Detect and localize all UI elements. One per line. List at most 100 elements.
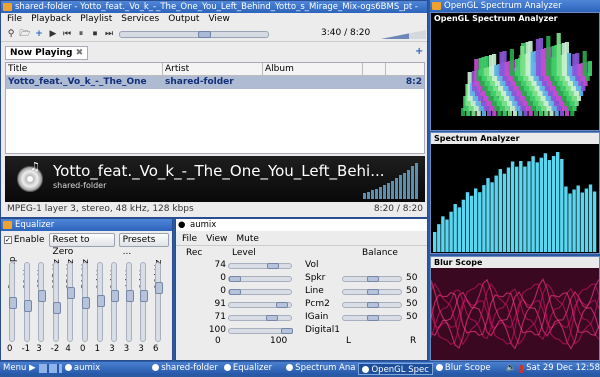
level-slider[interactable] [228, 302, 292, 308]
calendar-icon[interactable] [520, 364, 524, 373]
opengl-spectrum-bar [561, 43, 566, 76]
task-shared-folder[interactable]: shared-folder [149, 362, 221, 375]
menu-output[interactable]: Output [168, 14, 199, 25]
tab-now-playing[interactable]: Now Playing ✖ [5, 46, 89, 60]
eq-slider-handle[interactable] [9, 297, 17, 309]
presets-button[interactable]: Presets ... [118, 232, 169, 257]
opengl-spectrum-bar [520, 46, 525, 76]
level-slider[interactable] [228, 276, 292, 282]
task-blur-scope[interactable]: Blur Scope [433, 362, 494, 375]
pause-icon[interactable]: ⏸ [75, 28, 87, 40]
level-slider-handle[interactable] [229, 289, 241, 295]
menu-playback[interactable]: Playback [31, 14, 71, 25]
search-icon[interactable]: ⚲ [5, 28, 17, 40]
column-album[interactable]: Album [263, 63, 363, 75]
level-slider[interactable] [228, 289, 292, 295]
eq-slider-handle[interactable] [111, 289, 120, 302]
level-slider-handle[interactable] [229, 276, 241, 282]
column-length[interactable] [386, 63, 424, 75]
level-slider[interactable] [228, 328, 293, 334]
eq-slider[interactable] [82, 262, 90, 342]
eq-slider[interactable] [140, 262, 149, 342]
task-icon [362, 365, 370, 373]
opengl-titlebar[interactable]: OpenGL Spectrum Analyzer [430, 0, 600, 12]
add-icon[interactable]: + [33, 28, 45, 40]
aumix-menu-mute[interactable]: Mute [236, 234, 259, 244]
eq-slider[interactable] [67, 262, 76, 342]
menu-playlist[interactable]: Playlist [80, 14, 112, 25]
eq-slider-handle[interactable] [38, 289, 47, 302]
spectrum-bar [551, 156, 556, 252]
level-slider-handle[interactable] [267, 263, 280, 269]
enable-checkbox[interactable]: ✓ [4, 235, 12, 244]
eq-slider[interactable] [38, 262, 47, 342]
eq-slider[interactable] [96, 262, 105, 342]
spectrum-bar [461, 199, 466, 252]
balance-slider-handle[interactable] [367, 315, 379, 321]
task-opengl[interactable]: OpenGL Spec [358, 362, 433, 375]
task-aumix[interactable]: aumix [62, 362, 103, 375]
eq-slider-handle[interactable] [155, 282, 163, 294]
level-slider-handle[interactable] [276, 302, 289, 308]
balance-slider[interactable] [342, 315, 402, 321]
menu-view[interactable]: View [208, 14, 229, 25]
menu-file[interactable]: File [7, 14, 22, 25]
eq-slider-handle[interactable] [140, 289, 149, 302]
spectrum-bar [543, 153, 548, 252]
eq-band-value: 0 [7, 344, 13, 354]
task-equalizer[interactable]: Equalizer [221, 362, 275, 375]
eq-slider-handle[interactable] [52, 302, 61, 314]
player-titlebar[interactable]: shared-folder - Yotto_feat._Vo_k_-_The_O… [1, 1, 427, 13]
seek-handle[interactable] [198, 31, 211, 38]
column-title[interactable]: Title [6, 63, 163, 75]
level-slider[interactable] [228, 263, 292, 269]
next-icon[interactable]: ⏭ [103, 28, 115, 40]
eq-slider-handle[interactable] [96, 294, 105, 307]
aumix-menu-view[interactable]: View [206, 234, 227, 244]
quicklaunch-icons[interactable] [38, 364, 62, 373]
eq-slider[interactable] [23, 262, 32, 342]
balance-slider[interactable] [342, 302, 402, 308]
eq-slider-handle[interactable] [23, 299, 32, 312]
eq-slider[interactable] [9, 262, 17, 342]
level-slider[interactable] [228, 315, 292, 321]
add-tab-icon[interactable]: + [415, 46, 423, 57]
balance-left: L [346, 336, 352, 346]
seek-bar[interactable] [119, 31, 269, 38]
previous-icon[interactable]: ⏮ [61, 28, 73, 40]
menu-services[interactable]: Services [121, 14, 159, 25]
eq-slider-handle[interactable] [82, 297, 90, 309]
equalizer-titlebar[interactable]: Equalizer [1, 219, 172, 231]
balance-slider[interactable] [342, 276, 402, 282]
play-icon[interactable]: ▶ [47, 28, 59, 40]
aumix-titlebar[interactable]: ● aumix [176, 219, 427, 231]
balance-slider-handle[interactable] [367, 289, 379, 295]
eq-slider-handle[interactable] [125, 289, 134, 302]
spectrum-bar [449, 211, 453, 252]
eq-slider[interactable] [125, 262, 134, 342]
balance-slider-handle[interactable] [367, 276, 379, 282]
eq-slider[interactable] [111, 262, 120, 342]
balance-slider-handle[interactable] [367, 302, 379, 308]
aumix-menu-file[interactable]: File [182, 234, 197, 244]
close-tab-icon[interactable]: ✖ [76, 48, 84, 58]
balance-right: R [410, 336, 417, 346]
table-row[interactable]: Yotto_feat._Vo_k_-_The_One shared-folder… [6, 76, 424, 89]
eq-slider[interactable] [155, 262, 163, 342]
reset-button[interactable]: Reset to Zero [48, 232, 115, 257]
menu-button[interactable]: Menu ▶ [0, 362, 39, 375]
level-slider-handle[interactable] [265, 315, 278, 321]
channel-level-value: 91 [214, 299, 226, 309]
volume-tray-icon[interactable]: 🔈 [506, 362, 517, 375]
eq-band-value: 3 [36, 344, 42, 354]
eq-slider-handle[interactable] [67, 287, 76, 299]
open-folder-icon[interactable]: 🗁 [19, 28, 31, 40]
balance-slider[interactable] [342, 289, 402, 295]
stop-icon[interactable]: ⏹ [89, 28, 101, 40]
volume-slider[interactable] [381, 30, 426, 39]
level-slider-handle[interactable] [281, 328, 293, 334]
column-extra[interactable] [363, 63, 386, 75]
column-artist[interactable]: Artist [163, 63, 263, 75]
task-spectrum[interactable]: Spectrum Ana [283, 362, 358, 375]
eq-slider[interactable] [52, 262, 61, 342]
